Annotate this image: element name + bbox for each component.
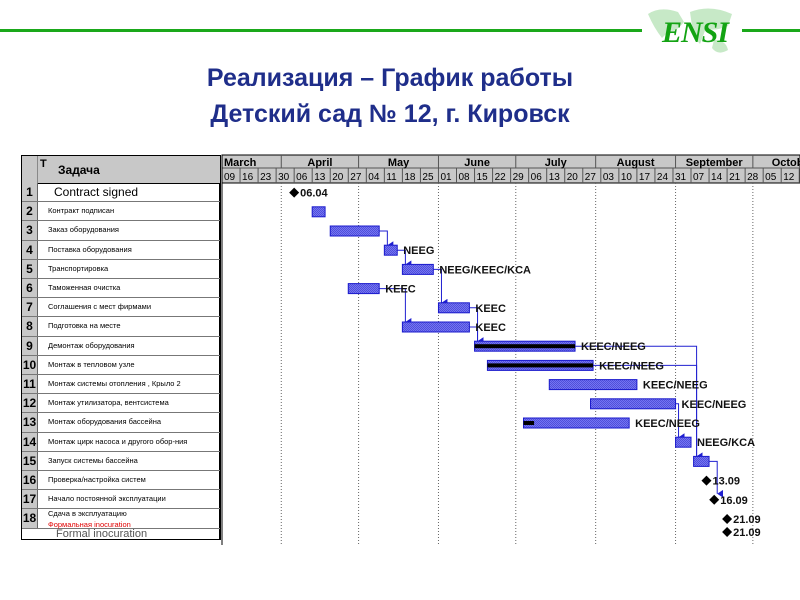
week-label: 25 — [422, 172, 434, 183]
week-label: 23 — [260, 172, 272, 183]
month-label: May — [388, 157, 410, 169]
task-bar — [347, 283, 380, 295]
task-label: KEEC — [385, 284, 416, 296]
dependency-link — [379, 230, 394, 250]
week-label: 27 — [585, 172, 597, 183]
task-bar — [523, 417, 630, 429]
task-bar — [675, 436, 692, 448]
week-label: 12 — [783, 172, 795, 183]
week-label: 13 — [314, 172, 326, 183]
task-label: NEEG/KEEC/KCA — [439, 264, 531, 276]
task-label: KEEC — [475, 322, 506, 334]
week-label: 17 — [639, 172, 651, 183]
milestone-diamond — [701, 475, 712, 486]
task-label: 16.09 — [720, 495, 748, 507]
week-label: 15 — [477, 172, 489, 183]
week-label: 27 — [350, 172, 362, 183]
week-label: 13 — [549, 172, 561, 183]
milestone-diamond — [289, 187, 300, 198]
task-label: 06.04 — [300, 188, 328, 200]
task-label: KEEC/NEEG — [682, 399, 747, 411]
week-label: 21 — [729, 172, 741, 183]
week-label: 04 — [368, 172, 380, 183]
week-label: 20 — [332, 172, 344, 183]
week-label: 20 — [567, 172, 579, 183]
task-label: NEEG — [403, 245, 434, 257]
week-label: 24 — [657, 172, 669, 183]
month-label: March — [224, 157, 257, 169]
week-label: 06 — [531, 172, 543, 183]
task-bar — [383, 244, 398, 256]
week-label: 08 — [459, 172, 471, 183]
month-label: August — [617, 157, 655, 169]
week-label: 09 — [224, 172, 236, 183]
week-label: 16 — [242, 172, 254, 183]
milestone-diamond — [722, 527, 733, 537]
month-label: June — [464, 157, 490, 169]
task-label: KEEC/NEEG — [581, 341, 646, 353]
progress-bar — [474, 344, 576, 349]
task-label: 21.09 — [733, 527, 761, 539]
week-label: 07 — [693, 172, 705, 183]
milestone-diamond — [709, 494, 720, 505]
week-label: 11 — [386, 172, 397, 183]
progress-bar — [523, 421, 535, 425]
week-label: 30 — [278, 172, 290, 183]
task-label: KEEC — [475, 303, 506, 315]
task-bar — [401, 263, 434, 275]
week-label: 31 — [675, 172, 687, 183]
task-label: 13.09 — [712, 476, 740, 488]
week-label: 14 — [711, 172, 723, 183]
task-label: NEEG/KCA — [697, 437, 755, 449]
task-bar — [329, 225, 380, 237]
week-label: 06 — [296, 172, 308, 183]
week-label: 22 — [495, 172, 507, 183]
week-label: 10 — [621, 172, 633, 183]
month-label: July — [545, 157, 568, 169]
task-bar — [693, 455, 710, 467]
milestone-diamond — [722, 514, 733, 524]
month-label: September — [686, 157, 744, 169]
gantt-chart: 09 16 23 30 06 13 20 27 04 11 18 25 01 08 15 22 29 06 13 20… — [221, 154, 800, 545]
week-label: 03 — [603, 172, 615, 183]
task-bar — [548, 379, 638, 391]
progress-bar — [487, 363, 594, 368]
week-label: 01 — [440, 172, 452, 183]
task-bar — [437, 302, 470, 314]
task-bar — [401, 321, 470, 333]
task-bar — [311, 206, 326, 218]
task-bar — [590, 398, 677, 410]
week-label: 28 — [747, 172, 759, 183]
task-label: KEEC/NEEG — [635, 418, 700, 430]
task-label: KEEC/NEEG — [643, 380, 708, 392]
month-label: April — [307, 157, 332, 169]
month-label: October — [772, 157, 800, 169]
week-label: 05 — [765, 172, 777, 183]
week-label: 29 — [513, 172, 525, 183]
task-label: 21.09 — [733, 514, 761, 526]
task-label: KEEC/NEEG — [599, 360, 664, 372]
week-label: 18 — [404, 172, 416, 183]
